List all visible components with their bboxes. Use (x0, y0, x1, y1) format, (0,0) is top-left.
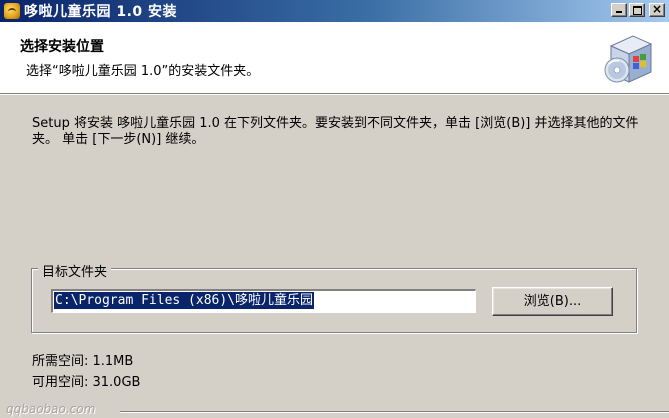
minimize-icon (616, 11, 622, 13)
close-button[interactable]: × (649, 2, 665, 17)
installer-window: 哆啦儿童乐园 1.0 安装 × 选择安装位置 选择“哆啦儿童乐园 1.0”的安装… (0, 0, 669, 418)
installer-box-icon (604, 35, 653, 83)
maximize-icon (633, 6, 642, 15)
destination-group-label: 目标文件夹 (38, 261, 112, 280)
browse-button[interactable]: 浏览(B)... (492, 287, 613, 316)
page-title: 选择安装位置 (20, 39, 104, 55)
install-path-selection: C:\Program Files (x86)\哆啦儿童乐园 (54, 292, 315, 309)
window-controls: × (611, 2, 665, 17)
space-required: 所需空间: 1.1MB (32, 354, 134, 369)
instruction-text: Setup 将安装 哆啦儿童乐园 1.0 在下列文件夹。要安装到不同文件夹，单击… (32, 116, 639, 147)
minimize-button[interactable] (611, 3, 627, 17)
page-header: 选择安装位置 选择“哆啦儿童乐园 1.0”的安装文件夹。 (0, 22, 669, 93)
maximize-button[interactable] (629, 3, 645, 17)
space-available: 可用空间: 31.0GB (32, 375, 141, 390)
app-icon (4, 3, 20, 19)
header-divider (0, 93, 669, 95)
title-bar[interactable]: 哆啦儿童乐园 1.0 安装 × (0, 0, 669, 22)
window-title: 哆啦儿童乐园 1.0 安装 (24, 4, 178, 20)
close-icon: × (651, 2, 663, 16)
footer-divider (120, 411, 669, 413)
footer-brand: qqbaobao.com (6, 402, 96, 416)
page-subtitle: 选择“哆啦儿童乐园 1.0”的安装文件夹。 (26, 64, 260, 79)
